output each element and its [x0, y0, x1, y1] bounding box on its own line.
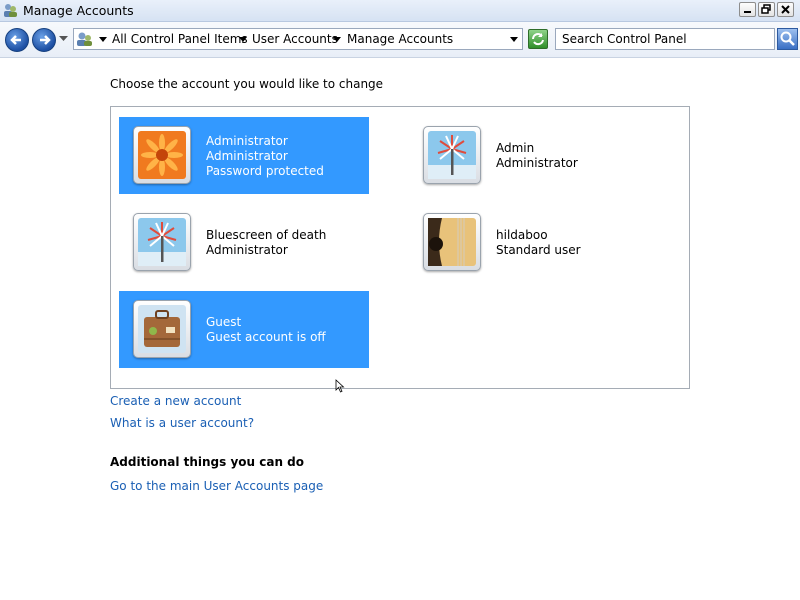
account-tile-hildaboo[interactable]: hildaboo Standard user: [409, 204, 659, 281]
account-details: Administrator Administrator Password pro…: [206, 134, 324, 179]
pinwheel-icon: [428, 131, 476, 179]
account-name: Admin: [496, 141, 535, 155]
main-user-accounts-page-link[interactable]: Go to the main User Accounts page: [110, 479, 323, 493]
minimize-button[interactable]: [739, 2, 756, 17]
restore-button[interactable]: [758, 2, 775, 17]
account-name: Administrator: [206, 134, 288, 148]
page-heading: Choose the account you would like to cha…: [110, 77, 384, 91]
guitar-icon: [428, 218, 476, 266]
avatar: [133, 126, 191, 184]
accounts-list: Administrator Administrator Password pro…: [110, 106, 690, 389]
avatar: [133, 300, 191, 358]
recent-pages-chevron-down-icon[interactable]: [59, 36, 68, 42]
address-bar[interactable]: All Control Panel Items User Accounts Ma…: [73, 28, 523, 50]
minimize-icon: [744, 11, 751, 13]
back-button[interactable]: [5, 28, 29, 52]
forward-button[interactable]: [32, 28, 56, 52]
account-tile-administrator[interactable]: Administrator Administrator Password pro…: [119, 117, 369, 194]
arrow-right-icon: [40, 35, 51, 45]
title-bar: Manage Accounts: [0, 0, 800, 22]
user-accounts-icon: [4, 4, 17, 17]
search-button[interactable]: [777, 28, 798, 50]
control-panel-icon: [77, 32, 92, 46]
arrow-left-icon: [10, 35, 21, 45]
breadcrumb-all-control-panel-items[interactable]: All Control Panel Items: [112, 32, 248, 46]
search-input[interactable]: [562, 31, 767, 47]
search-icon: [780, 31, 795, 46]
account-status: Password protected: [206, 164, 324, 178]
close-button[interactable]: [777, 2, 794, 17]
suitcase-icon: [138, 305, 186, 353]
what-is-user-account-link[interactable]: What is a user account?: [110, 416, 254, 430]
avatar: [423, 213, 481, 271]
additional-things-heading: Additional things you can do: [110, 455, 305, 469]
avatar: [133, 213, 191, 271]
breadcrumb-chevron-down-icon[interactable]: [239, 37, 247, 42]
refresh-icon: [532, 33, 544, 46]
account-tile-admin[interactable]: Admin Administrator: [409, 117, 659, 194]
account-name: hildaboo: [496, 228, 548, 242]
breadcrumb-manage-accounts[interactable]: Manage Accounts: [347, 32, 453, 46]
address-history-chevron-down-icon[interactable]: [510, 37, 518, 42]
account-tile-bluescreen-of-death[interactable]: Bluescreen of death Administrator: [119, 204, 369, 281]
pinwheel-icon: [138, 218, 186, 266]
mouse-pointer-icon: [335, 379, 345, 393]
account-type: Administrator: [206, 149, 288, 163]
account-type: Administrator: [496, 156, 578, 170]
account-type: Standard user: [496, 243, 581, 257]
breadcrumb-chevron-down-icon[interactable]: [99, 37, 107, 42]
avatar: [423, 126, 481, 184]
restore-icon: [761, 4, 771, 14]
account-details: Guest Guest account is off: [206, 315, 326, 345]
account-name: Guest: [206, 315, 242, 329]
account-tile-guest[interactable]: Guest Guest account is off: [119, 291, 369, 368]
create-new-account-link[interactable]: Create a new account: [110, 394, 241, 408]
account-details: Admin Administrator: [496, 141, 578, 171]
account-details: Bluescreen of death Administrator: [206, 228, 326, 258]
orange-flower-icon: [138, 131, 186, 179]
search-field[interactable]: [555, 28, 775, 50]
close-icon: [781, 5, 790, 14]
breadcrumb-user-accounts[interactable]: User Accounts: [252, 32, 338, 46]
account-details: hildaboo Standard user: [496, 228, 581, 258]
window-title: Manage Accounts: [23, 3, 134, 18]
account-name: Bluescreen of death: [206, 228, 327, 242]
refresh-button[interactable]: [528, 29, 548, 49]
account-type: Guest account is off: [206, 330, 326, 344]
account-type: Administrator: [206, 243, 288, 257]
breadcrumb-chevron-down-icon[interactable]: [333, 37, 341, 42]
